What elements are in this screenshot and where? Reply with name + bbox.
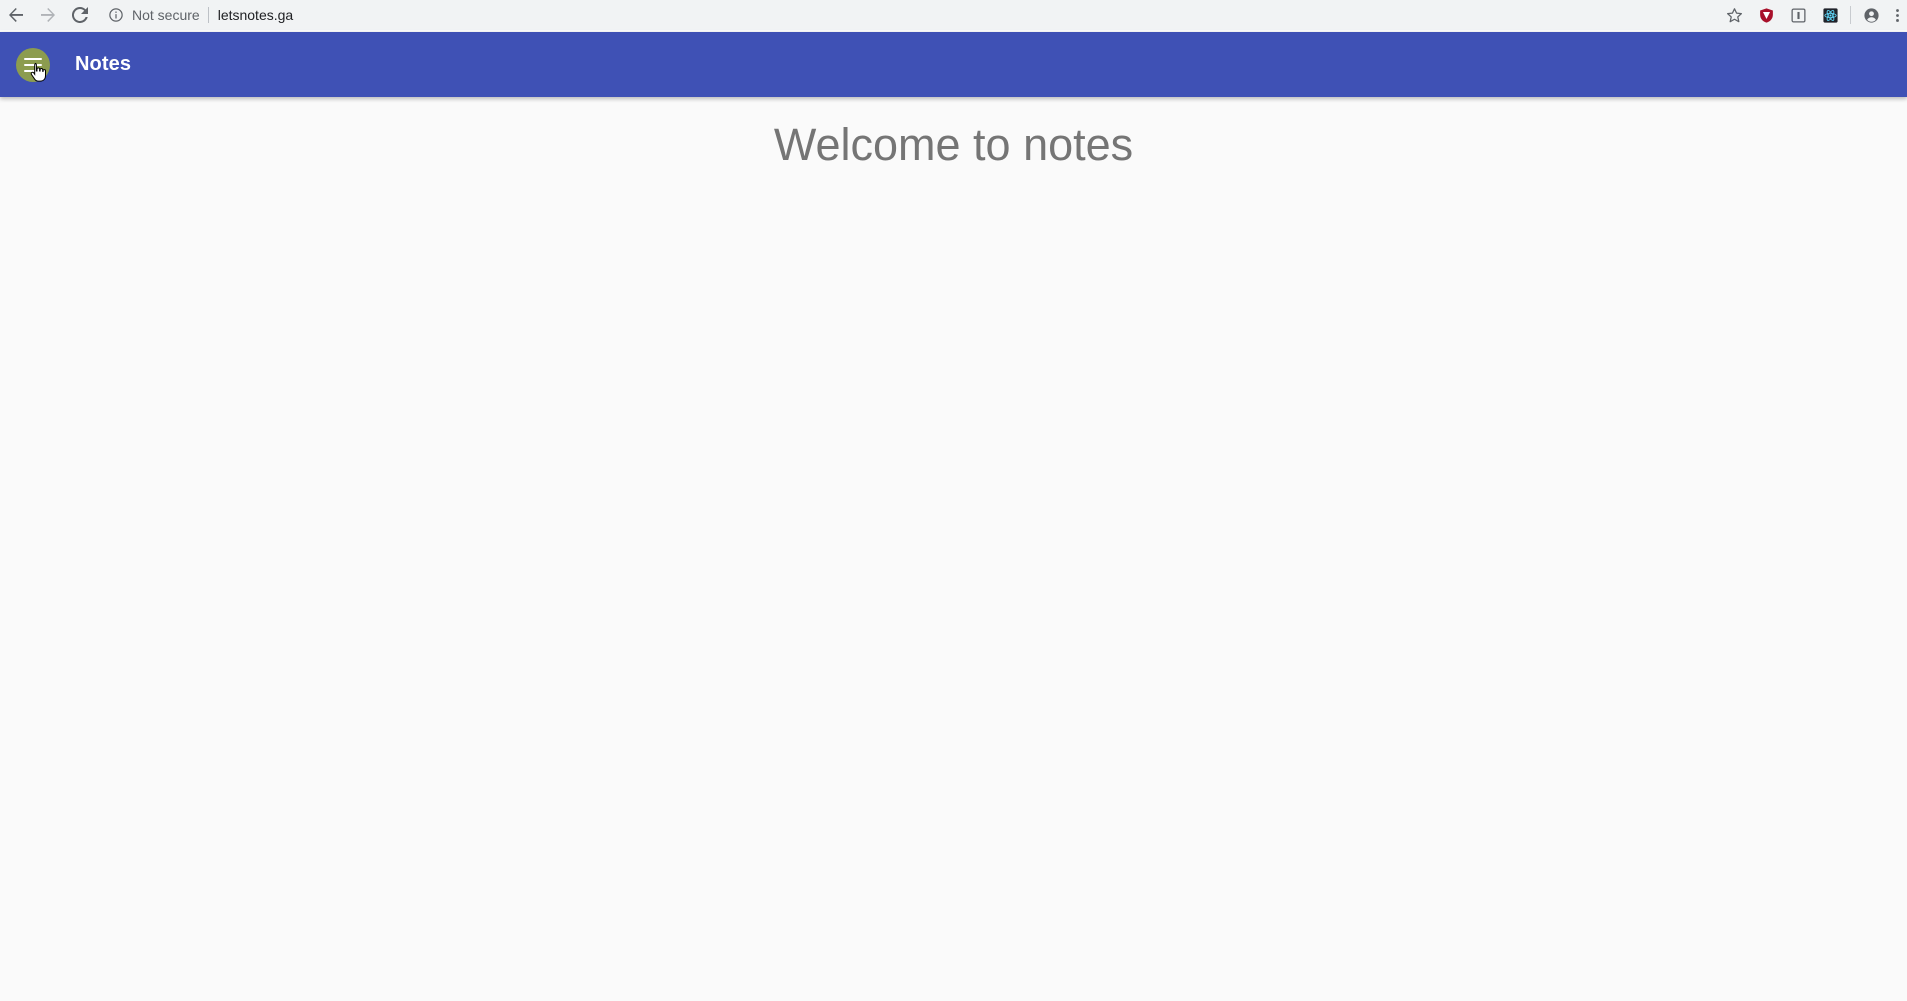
account-icon xyxy=(1863,7,1879,23)
info-icon[interactable] xyxy=(108,7,124,23)
browser-menu-button[interactable] xyxy=(1887,1,1907,29)
app-bar: Notes xyxy=(0,32,1907,97)
account-button[interactable] xyxy=(1855,1,1887,29)
app-title: Notes xyxy=(75,53,132,75)
react-extension-icon xyxy=(1822,7,1838,23)
back-button[interactable] xyxy=(0,1,32,29)
browser-toolbar: Not secure letsnotes.ga xyxy=(0,0,1907,30)
reader-extension-icon xyxy=(1790,7,1806,23)
back-arrow-icon xyxy=(9,8,23,22)
star-icon xyxy=(1726,7,1742,22)
menu-button[interactable] xyxy=(16,47,50,82)
shield-extension-button[interactable] xyxy=(1750,1,1782,29)
toolbar-divider xyxy=(1850,6,1851,24)
forward-button[interactable] xyxy=(32,1,64,29)
react-extension-button[interactable] xyxy=(1814,1,1846,29)
main-content: Welcome to notes xyxy=(0,97,1907,1001)
reload-icon xyxy=(72,7,88,23)
hand-cursor-icon xyxy=(30,62,46,82)
shield-extension-icon xyxy=(1759,7,1773,23)
omnibox-separator xyxy=(207,7,209,23)
welcome-heading: Welcome to notes xyxy=(773,119,1134,170)
bookmark-button[interactable] xyxy=(1718,1,1750,29)
reload-button[interactable] xyxy=(64,1,96,29)
more-vert-icon xyxy=(1895,8,1899,22)
reader-extension-button[interactable] xyxy=(1782,1,1814,29)
forward-arrow-icon xyxy=(41,8,55,22)
address-bar[interactable]: Not secure letsnotes.ga xyxy=(102,2,1712,28)
toolbar-actions xyxy=(1718,0,1907,30)
url-text[interactable]: letsnotes.ga xyxy=(218,7,294,23)
security-label: Not secure xyxy=(132,7,200,23)
